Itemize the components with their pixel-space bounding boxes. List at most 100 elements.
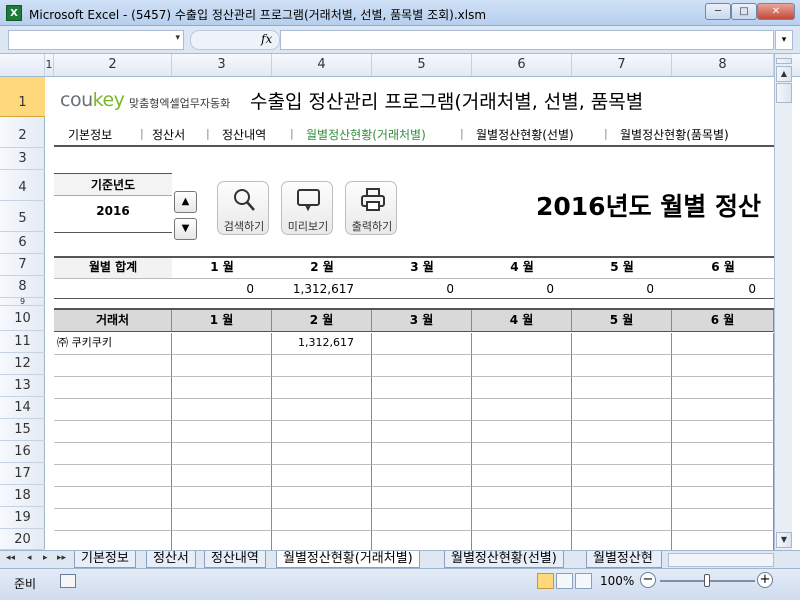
monthly-amount-cell[interactable] [172,377,272,399]
monthly-amount-cell[interactable] [472,421,572,443]
monthly-amount-cell[interactable] [672,487,774,509]
monthly-amount-cell[interactable] [472,399,572,421]
column-a-cells[interactable] [45,77,54,550]
print-button[interactable]: 출력하기 [345,181,397,235]
monthly-amount-cell[interactable] [572,531,672,550]
tab-first-icon[interactable]: ◂◂ [6,553,15,563]
column-header[interactable]: 7 [572,54,672,76]
column-header[interactable]: 1 [45,54,54,76]
row-header[interactable]: 8 [0,276,45,298]
monthly-amount-cell[interactable] [172,531,272,550]
monthly-amount-cell[interactable] [372,377,472,399]
column-header[interactable]: 6 [472,54,572,76]
chevron-down-icon[interactable]: ▾ [175,33,180,43]
row-header[interactable]: 10 [0,306,45,331]
monthly-amount-cell[interactable] [672,333,774,355]
scroll-down-icon[interactable]: ▼ [776,532,792,548]
column-header[interactable]: 4 [272,54,372,76]
close-button[interactable]: ✕ [757,3,795,20]
monthly-amount-cell[interactable] [172,465,272,487]
monthly-amount-cell[interactable] [372,355,472,377]
row-header[interactable]: 20 [0,529,45,550]
zoom-slider-thumb[interactable] [704,574,710,587]
row-header[interactable]: 1 [0,77,45,117]
monthly-amount-cell[interactable] [572,399,672,421]
nav-link-monthly-by-vessel[interactable]: 월별정산현황(선별) [476,126,574,143]
zoom-out-icon[interactable]: − [640,572,656,588]
tab-next-icon[interactable]: ▸ [43,553,48,563]
nav-link-statement[interactable]: 정산서 [152,126,185,143]
summary-value[interactable]: 0 [172,280,272,300]
client-name-cell[interactable] [54,487,172,509]
monthly-amount-cell[interactable] [272,355,372,377]
monthly-amount-cell[interactable] [672,443,774,465]
minimize-button[interactable]: ─ [705,3,731,20]
client-name-cell[interactable] [54,421,172,443]
monthly-amount-cell[interactable] [172,355,272,377]
select-all-corner[interactable] [0,54,45,76]
monthly-amount-cell[interactable] [372,509,472,531]
client-name-cell[interactable] [54,399,172,421]
row-header[interactable]: 4 [0,170,45,201]
nav-link-monthly-by-item[interactable]: 월별정산현황(품목별) [620,126,729,143]
sheet-tab[interactable]: 기본정보 [74,551,136,568]
monthly-amount-cell[interactable] [572,333,672,355]
monthly-amount-cell[interactable] [272,509,372,531]
nav-link-statement-history[interactable]: 정산내역 [222,126,266,143]
client-name-cell[interactable] [54,377,172,399]
base-year-value[interactable]: 2016 [54,204,172,218]
monthly-amount-cell[interactable] [372,421,472,443]
search-button[interactable]: 검색하기 [217,181,269,235]
row-header[interactable]: 19 [0,507,45,529]
client-name-cell[interactable] [54,509,172,531]
preview-button[interactable]: 미리보기 [281,181,333,235]
row-header[interactable]: 13 [0,375,45,397]
monthly-amount-cell[interactable] [172,487,272,509]
page-layout-view-icon[interactable] [556,573,573,589]
split-handle[interactable] [776,58,792,64]
formula-input[interactable] [280,30,774,50]
monthly-amount-cell[interactable] [472,443,572,465]
monthly-amount-cell[interactable] [572,443,672,465]
monthly-amount-cell[interactable] [672,377,774,399]
row-header[interactable]: 18 [0,485,45,507]
normal-view-icon[interactable] [537,573,554,589]
monthly-amount-cell[interactable] [672,355,774,377]
page-break-view-icon[interactable] [575,573,592,589]
client-name-cell[interactable] [54,531,172,550]
column-header[interactable]: 2 [54,54,172,76]
row-header[interactable]: 9 [0,298,45,306]
monthly-amount-cell[interactable] [172,399,272,421]
column-header[interactable]: 5 [372,54,472,76]
monthly-amount-cell[interactable] [372,465,472,487]
horizontal-scrollbar[interactable] [668,553,774,567]
sheet-tab[interactable]: 정산내역 [204,551,266,568]
tab-last-icon[interactable]: ▸▸ [57,553,66,563]
monthly-amount-cell[interactable] [372,531,472,550]
monthly-amount-cell[interactable] [572,509,672,531]
summary-value[interactable]: 0 [372,280,472,300]
monthly-amount-cell[interactable] [272,421,372,443]
row-header[interactable]: 17 [0,463,45,485]
monthly-amount-cell[interactable] [372,487,472,509]
monthly-amount-cell[interactable] [272,377,372,399]
monthly-amount-cell[interactable] [572,421,672,443]
monthly-amount-cell[interactable] [372,333,472,355]
row-header[interactable]: 12 [0,353,45,375]
scroll-up-icon[interactable]: ▲ [776,66,792,82]
client-name-cell[interactable]: ㈜ 쿠키쿠키 [54,333,172,355]
function-icon[interactable]: fx [261,32,272,46]
monthly-amount-cell[interactable] [672,421,774,443]
monthly-amount-cell[interactable] [272,399,372,421]
monthly-amount-cell[interactable] [172,509,272,531]
nav-link-monthly-by-client[interactable]: 월별정산현황(거래처별) [306,126,426,143]
zoom-in-icon[interactable]: + [757,572,773,588]
monthly-amount-cell[interactable] [672,399,774,421]
row-header[interactable]: 5 [0,201,45,232]
monthly-amount-cell[interactable] [472,465,572,487]
macro-record-icon[interactable] [60,574,76,588]
expand-formula-icon[interactable]: ▾ [775,30,793,50]
monthly-amount-cell[interactable] [572,487,672,509]
monthly-amount-cell[interactable] [472,509,572,531]
summary-value[interactable]: 0 [472,280,572,300]
